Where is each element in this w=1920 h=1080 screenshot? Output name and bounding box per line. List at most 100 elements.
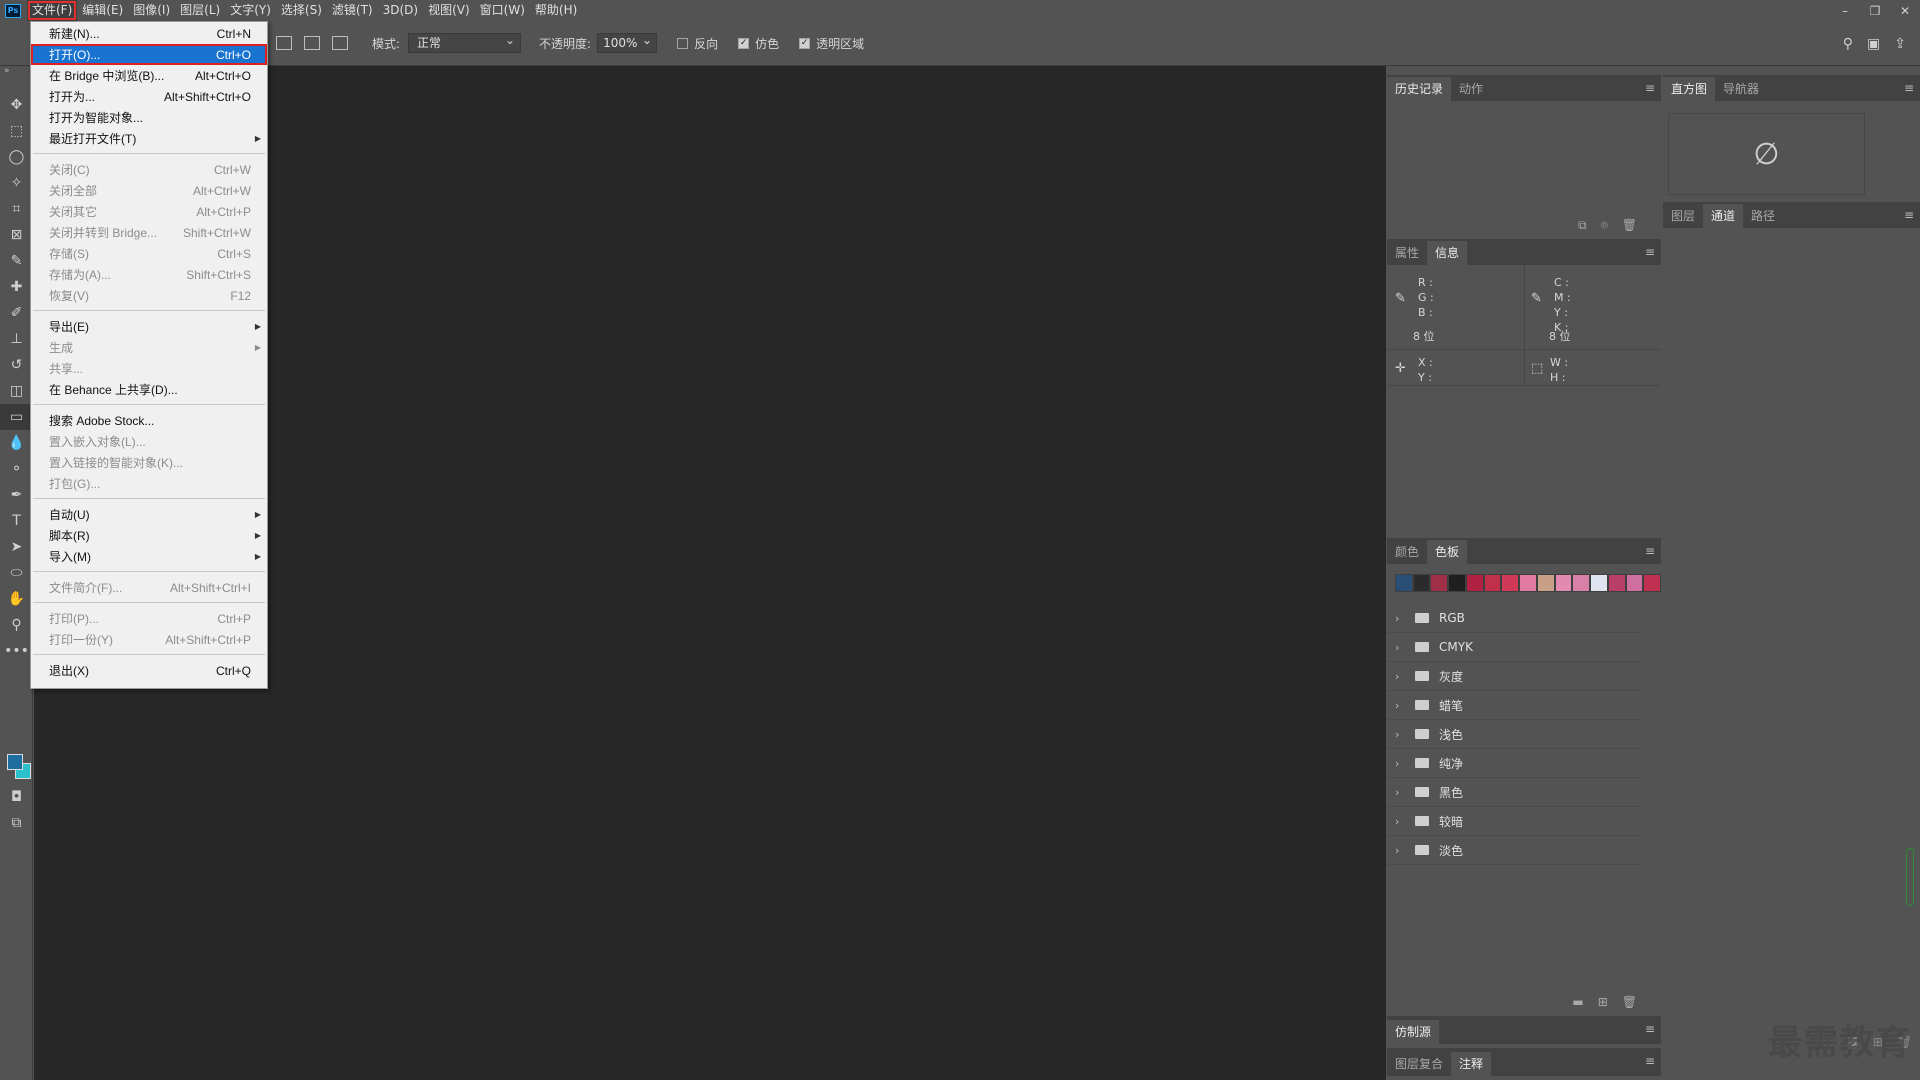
menu-item-print-one[interactable]: 打印一份(Y) Alt+Shift+Ctrl+P [31, 629, 267, 650]
chevron-right-icon[interactable]: › [1395, 670, 1409, 683]
panel-menu-icon[interactable]: ≡ [1645, 1054, 1655, 1068]
panel-menu-icon[interactable]: ≡ [1645, 544, 1655, 558]
tab-layer-comps[interactable]: 图层复合 [1387, 1052, 1451, 1076]
gradient-diamond-icon[interactable] [332, 36, 348, 50]
tab-info[interactable]: 信息 [1427, 241, 1468, 265]
menu-file[interactable]: 文件(F) [27, 0, 78, 21]
dodge-tool-icon[interactable]: ⚬ [0, 456, 33, 482]
tab-properties[interactable]: 属性 [1387, 241, 1427, 265]
screen-mode-icon[interactable]: ⧉ [0, 810, 33, 836]
menu-item-open-smart-object[interactable]: 打开为智能对象... [31, 107, 267, 128]
tab-history[interactable]: 历史记录 [1387, 77, 1452, 101]
tab-histogram[interactable]: 直方图 [1663, 77, 1716, 101]
workspace-icon[interactable]: ▣ [1867, 36, 1880, 52]
path-selection-tool-icon[interactable]: ➤ [0, 534, 33, 560]
chevron-right-icon[interactable]: › [1395, 699, 1409, 712]
hand-tool-icon[interactable]: ✋ [0, 586, 33, 612]
healing-brush-tool-icon[interactable]: ✚ [0, 274, 33, 300]
swatch-group[interactable]: › 较暗 [1387, 807, 1641, 836]
swatch-color[interactable] [1465, 574, 1484, 592]
snapshot-camera-icon[interactable]: ⌾ [1601, 218, 1608, 233]
chevron-right-icon[interactable]: › [1395, 815, 1409, 828]
menu-item-search-stock[interactable]: 搜索 Adobe Stock... [31, 410, 267, 431]
tab-actions[interactable]: 动作 [1451, 77, 1491, 101]
menu-item-close-all[interactable]: 关闭全部 Alt+Ctrl+W [31, 180, 267, 201]
menu-filter[interactable]: 滤镜(T) [327, 0, 378, 21]
menu-help[interactable]: 帮助(H) [530, 0, 582, 21]
menu-item-import[interactable]: 导入(M) [31, 546, 267, 567]
panel-menu-icon[interactable]: ≡ [1645, 81, 1655, 95]
menu-item-close-others[interactable]: 关闭其它 Alt+Ctrl+P [31, 201, 267, 222]
new-group-folder-icon[interactable]: ▬ [1572, 995, 1583, 1009]
menu-item-file-info[interactable]: 文件简介(F)... Alt+Shift+Ctrl+I [31, 577, 267, 598]
menu-item-close[interactable]: 关闭(C) Ctrl+W [31, 159, 267, 180]
tab-navigator[interactable]: 导航器 [1715, 77, 1767, 101]
mode-select[interactable]: 正常 [408, 31, 522, 53]
panel-menu-icon[interactable]: ≡ [1645, 1022, 1655, 1036]
quick-mask-icon[interactable]: ◘ [0, 784, 33, 810]
marquee-tool-icon[interactable]: ⬚ [0, 118, 33, 144]
swatch-group[interactable]: › 蜡笔 [1387, 691, 1641, 720]
swatch-color[interactable] [1430, 574, 1449, 592]
swatch-color[interactable] [1412, 574, 1431, 592]
menu-item-package[interactable]: 打包(G)... [31, 473, 267, 494]
swatch-group[interactable]: › CMYK [1387, 633, 1641, 662]
panel-menu-icon[interactable]: ≡ [1904, 208, 1914, 222]
magic-wand-tool-icon[interactable]: ✧ [0, 170, 33, 196]
eraser-tool-icon[interactable]: ◫ [0, 378, 33, 404]
menu-image[interactable]: 图像(I) [128, 0, 175, 21]
menu-select[interactable]: 选择(S) [276, 0, 327, 21]
swatch-color[interactable] [1501, 574, 1520, 592]
foreground-color-swatch[interactable] [7, 754, 23, 770]
chevron-right-icon[interactable]: › [1395, 786, 1409, 799]
chevron-right-icon[interactable]: › [1395, 844, 1409, 857]
trash-icon[interactable]: 🗑 [1622, 218, 1637, 232]
share-icon[interactable]: ⇪ [1894, 36, 1906, 52]
tab-channels[interactable]: 通道 [1703, 204, 1744, 228]
menu-item-close-go-bridge[interactable]: 关闭并转到 Bridge... Shift+Ctrl+W [31, 222, 267, 243]
tab-paths[interactable]: 路径 [1743, 204, 1783, 228]
search-icon[interactable]: ⚲ [1843, 36, 1853, 52]
zoom-tool-icon[interactable]: ⚲ [0, 612, 33, 638]
swatch-color[interactable] [1607, 574, 1626, 592]
more-tools-icon[interactable]: ••• [0, 638, 33, 664]
panel-menu-icon[interactable]: ≡ [1904, 81, 1914, 95]
swatch-group[interactable]: › 灰度 [1387, 662, 1641, 691]
ellipse-tool-icon[interactable]: ⬭ [0, 560, 33, 586]
swatch-color[interactable] [1519, 574, 1537, 592]
menu-layer[interactable]: 图层(L) [175, 0, 225, 21]
chevron-right-icon[interactable]: › [1395, 641, 1409, 654]
tab-clone-source[interactable]: 仿制源 [1387, 1020, 1440, 1044]
new-swatch-icon[interactable]: ⊞ [1598, 995, 1608, 1009]
swatch-color[interactable] [1554, 574, 1573, 592]
opacity-input[interactable]: 100% [597, 31, 658, 53]
menu-item-share[interactable]: 共享... [31, 358, 267, 379]
history-brush-tool-icon[interactable]: ↺ [0, 352, 33, 378]
trash-icon[interactable]: 🗑 [1622, 995, 1637, 1009]
chevron-right-icon[interactable]: › [1395, 612, 1409, 625]
reverse-checkbox[interactable] [677, 37, 689, 49]
menu-item-scripts[interactable]: 脚本(R) [31, 525, 267, 546]
panel-menu-icon[interactable]: ≡ [1645, 245, 1655, 259]
menu-item-recent-files[interactable]: 最近打开文件(T) [31, 128, 267, 149]
restore-button[interactable]: ❐ [1860, 0, 1890, 21]
move-tool-icon[interactable]: ✥ [0, 92, 33, 118]
type-tool-icon[interactable]: T [0, 508, 33, 534]
chevron-right-icon[interactable]: › [1395, 757, 1409, 770]
gradient-tool-icon[interactable]: ▭ [0, 404, 33, 430]
menu-window[interactable]: 窗口(W) [475, 0, 530, 21]
frame-tool-icon[interactable]: ⊠ [0, 222, 33, 248]
lasso-tool-icon[interactable]: ◯ [0, 144, 33, 170]
menu-item-open-as[interactable]: 打开为... Alt+Shift+Ctrl+O [31, 86, 267, 107]
dither-checkbox[interactable]: ✓ [738, 37, 750, 49]
menu-item-place-linked[interactable]: 置入链接的智能对象(K)... [31, 452, 267, 473]
swatch-group[interactable]: › RGB [1387, 604, 1641, 633]
menu-3d[interactable]: 3D(D) [378, 0, 423, 21]
swatch-color[interactable] [1395, 574, 1413, 592]
brush-tool-icon[interactable]: ✐ [0, 300, 33, 326]
menu-item-exit[interactable]: 退出(X) Ctrl+Q [31, 660, 267, 681]
menu-item-revert[interactable]: 恢复(V) F12 [31, 285, 267, 306]
swatch-color[interactable] [1536, 574, 1555, 592]
gradient-linear-icon[interactable] [276, 36, 292, 50]
tab-swatches[interactable]: 色板 [1427, 540, 1468, 564]
